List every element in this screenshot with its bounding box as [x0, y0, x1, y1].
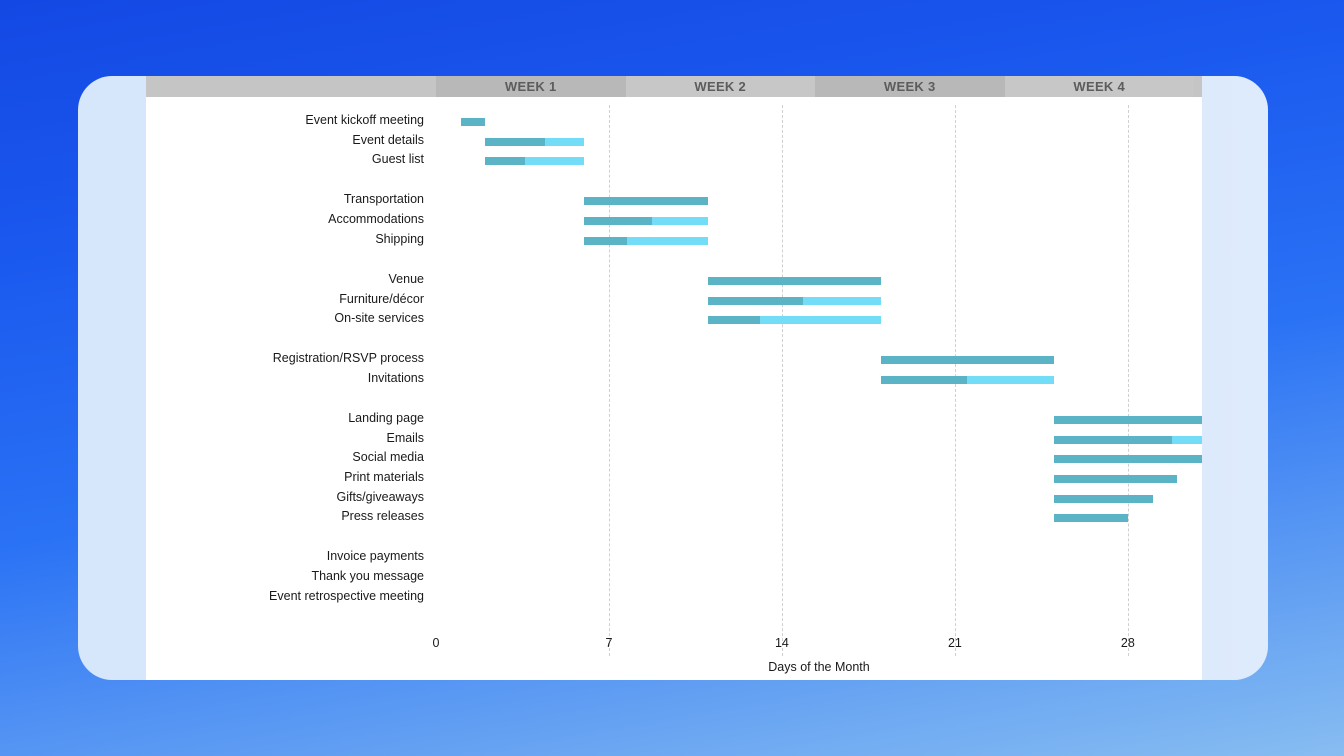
task-label: Emails [144, 431, 426, 445]
gantt-bar-complete [1054, 514, 1128, 522]
task-label: Furniture/décor [144, 292, 426, 306]
week-header-band: WEEK 1 WEEK 2 WEEK 3 WEEK 4 [146, 76, 1202, 97]
gantt-bar-complete [708, 277, 881, 285]
task-label: Social media [144, 450, 426, 464]
gantt-plot-area [436, 97, 1202, 656]
week-header-3: WEEK 3 [815, 76, 1005, 97]
gantt-bar-complete [708, 297, 803, 305]
gantt-bar-complete [708, 316, 760, 324]
gantt-bar-complete [1054, 495, 1153, 503]
task-label: Venue [144, 272, 426, 286]
gantt-bar [1054, 475, 1178, 483]
gantt-bar-complete [584, 237, 627, 245]
task-label: On-site services [144, 311, 426, 325]
gridline-day-7 [609, 105, 610, 656]
chart-area: WEEK 1 WEEK 2 WEEK 3 WEEK 4 Event kickof… [146, 76, 1202, 680]
gantt-bar-complete [1054, 455, 1202, 463]
gantt-bar-complete [881, 356, 1054, 364]
task-label: Invoice payments [144, 549, 426, 563]
gantt-bar-complete [584, 217, 652, 225]
task-label: Registration/RSVP process [144, 351, 426, 365]
gantt-bar-remaining [652, 217, 708, 225]
gantt-bar [708, 297, 881, 305]
gantt-bar-remaining [627, 237, 707, 245]
week-header-2: WEEK 2 [626, 76, 816, 97]
task-labels-column: Event kickoff meeting Event details Guest … [146, 97, 426, 656]
task-label: Accommodations [144, 212, 426, 226]
gantt-bar-remaining [803, 297, 881, 305]
gantt-bar [485, 157, 584, 165]
x-tick-28: 28 [1121, 636, 1135, 650]
gantt-bar-remaining [760, 316, 881, 324]
gantt-bar [584, 237, 708, 245]
week-header-1: WEEK 1 [436, 76, 626, 97]
task-label: Thank you message [144, 569, 426, 583]
x-tick-21: 21 [948, 636, 962, 650]
gantt-bar [1054, 514, 1128, 522]
gantt-bar [1054, 416, 1202, 424]
week-header-4: WEEK 4 [1005, 76, 1195, 97]
gantt-bar-remaining [545, 138, 585, 146]
gantt-bar-remaining [1172, 436, 1202, 444]
gantt-bar-remaining [967, 376, 1053, 384]
gantt-bar-complete [485, 138, 544, 146]
task-label: Print materials [144, 470, 426, 484]
task-label: Press releases [144, 509, 426, 523]
gantt-bar [708, 316, 881, 324]
task-label: Landing page [144, 411, 426, 425]
gantt-bar [1054, 495, 1153, 503]
gantt-bar [881, 356, 1054, 364]
x-tick-0: 0 [433, 636, 440, 650]
gantt-bar-complete [485, 157, 525, 165]
gantt-bar-complete [881, 376, 967, 384]
gantt-bar [1054, 436, 1202, 444]
gantt-bar [1054, 455, 1202, 463]
page-background: WEEK 1 WEEK 2 WEEK 3 WEEK 4 Event kickof… [0, 0, 1344, 756]
task-label: Event details [144, 133, 426, 147]
gantt-bar [881, 376, 1054, 384]
task-label: Shipping [144, 232, 426, 246]
gantt-bar-complete [461, 118, 486, 126]
x-axis-label: Days of the Month [436, 660, 1202, 674]
gridline-day-14 [782, 105, 783, 656]
task-label: Gifts/giveaways [144, 490, 426, 504]
x-tick-14: 14 [775, 636, 789, 650]
gantt-bar [584, 197, 708, 205]
gantt-bar-remaining [525, 157, 584, 165]
gridline-day-28 [1128, 105, 1129, 656]
gantt-bar-complete [1054, 436, 1173, 444]
task-label: Invitations [144, 371, 426, 385]
gantt-bar-complete [1054, 475, 1178, 483]
gantt-bar [485, 138, 584, 146]
chart-card: WEEK 1 WEEK 2 WEEK 3 WEEK 4 Event kickof… [78, 76, 1268, 680]
x-axis: Days of the Month 0 7 14 21 28 [436, 636, 1202, 680]
task-label: Transportation [144, 192, 426, 206]
task-label: Guest list [144, 152, 426, 166]
gantt-bar [584, 217, 708, 225]
task-label: Event kickoff meeting [144, 113, 426, 127]
gantt-bar-complete [1054, 416, 1202, 424]
x-tick-7: 7 [605, 636, 612, 650]
gantt-bar [461, 118, 486, 126]
gantt-bar [708, 277, 881, 285]
gantt-bar-complete [584, 197, 708, 205]
task-label: Event retrospective meeting [144, 589, 426, 603]
